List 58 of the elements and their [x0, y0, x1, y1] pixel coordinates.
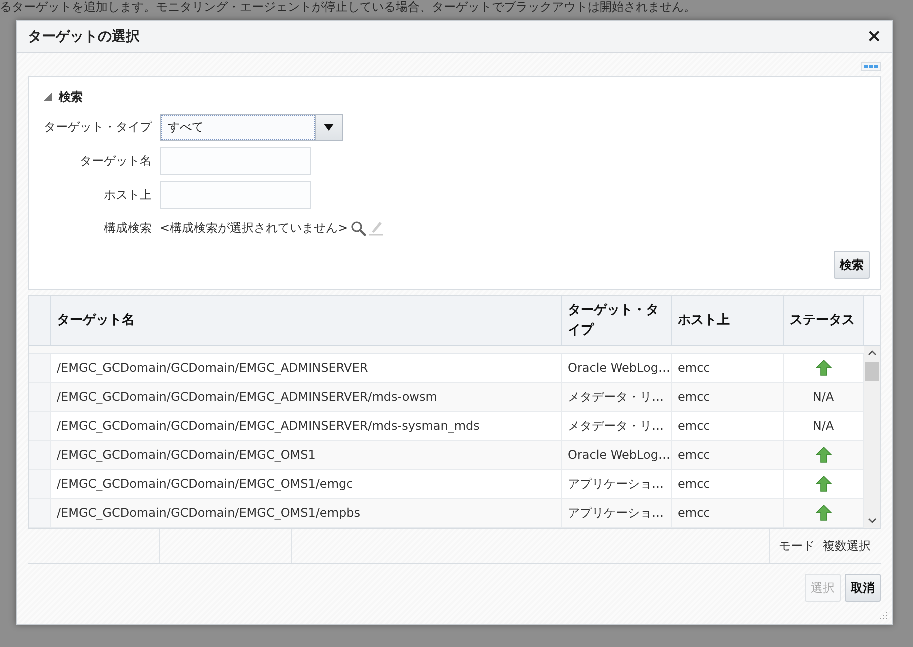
row-selector[interactable]	[29, 470, 51, 498]
section-heading[interactable]: 検索	[59, 88, 83, 106]
field-label: ターゲット名	[79, 152, 152, 170]
column-header[interactable]: ターゲット・タイプ	[562, 296, 672, 345]
table-cell: /EMGC_GCDomain/GCDomain/EMGC_OMS1/emgc	[51, 470, 562, 498]
input-field[interactable]	[160, 147, 311, 175]
up-arrow-icon	[816, 505, 832, 521]
table-cell: /EMGC_GCDomain/GCDomain/EMGC_OMS1/empbs	[51, 499, 562, 527]
table-cell: メタデータ・リ…	[562, 383, 672, 411]
close-button[interactable]: ×	[864, 28, 884, 46]
status-text: N/A	[812, 390, 834, 404]
row-selector[interactable]	[29, 354, 51, 382]
scroll-up-icon[interactable]	[868, 350, 876, 356]
input-field[interactable]	[160, 181, 311, 209]
table-cell: emcc	[672, 470, 784, 498]
dialog-title: ターゲットの選択	[28, 28, 140, 46]
table-cell: emcc	[672, 499, 784, 527]
field-label: ホスト上	[103, 186, 152, 204]
field-label: ターゲット・タイプ	[43, 119, 152, 136]
table-cell: /EMGC_GCDomain/GCDomain/EMGC_ADMINSERVER	[51, 354, 562, 382]
row-selector[interactable]	[29, 499, 51, 527]
row-selector[interactable]	[29, 383, 51, 411]
up-arrow-icon	[816, 476, 832, 492]
up-arrow-icon	[816, 360, 832, 376]
status-text: N/A	[812, 419, 834, 433]
scroll-down-icon[interactable]	[868, 518, 876, 524]
table-cell: Oracle WebLog…	[562, 441, 672, 469]
row-selector[interactable]	[29, 412, 51, 440]
target-type-select[interactable]: すべて	[160, 114, 343, 141]
table-cell: アプリケーショ…	[562, 470, 672, 498]
table-cell: アプリケーショ…	[562, 499, 672, 527]
table-cell: emcc	[672, 383, 784, 411]
search-icon[interactable]	[351, 220, 366, 236]
column-header[interactable]: ホスト上	[672, 296, 784, 345]
search-button[interactable]: 検索	[834, 251, 870, 279]
table-cell: /EMGC_GCDomain/GCDomain/EMGC_ADMINSERVER/mds-sysman_mds	[51, 412, 562, 440]
table-cell: メタデータ・リ…	[562, 412, 672, 440]
table-cell: /EMGC_GCDomain/GCDomain/EMGC_ADMINSERVER/mds-owsm	[51, 383, 562, 411]
config-search-value: <構成検索が選択されていません>	[160, 220, 348, 236]
table-cell: emcc	[672, 441, 784, 469]
scroll-thumb[interactable]	[865, 362, 879, 381]
dialog-button[interactable]: 取消	[845, 574, 881, 602]
row-selector[interactable]	[29, 441, 51, 469]
resize-grip-icon[interactable]	[880, 612, 888, 620]
column-header[interactable]: ターゲット名	[51, 296, 562, 345]
table-cell: Oracle WebLog…	[562, 354, 672, 382]
up-arrow-icon	[816, 447, 832, 463]
more-icon[interactable]	[861, 62, 881, 71]
table-cell: emcc	[672, 412, 784, 440]
expanded-triangle-icon[interactable]	[43, 92, 53, 102]
scrollbar[interactable]	[864, 346, 880, 528]
page-notice: るターゲットを追加します。モニタリング・エージェントが停止している場合、ターゲットでブラックアウトは開始されません。	[0, 0, 697, 14]
mode-label: モード	[779, 538, 815, 554]
mode-value: 複数選択	[823, 538, 871, 554]
table-cell: emcc	[672, 354, 784, 382]
field-label: 構成検索	[103, 220, 152, 236]
table-cell: /EMGC_GCDomain/GCDomain/EMGC_OMS1	[51, 441, 562, 469]
dropdown-icon[interactable]	[324, 124, 334, 131]
